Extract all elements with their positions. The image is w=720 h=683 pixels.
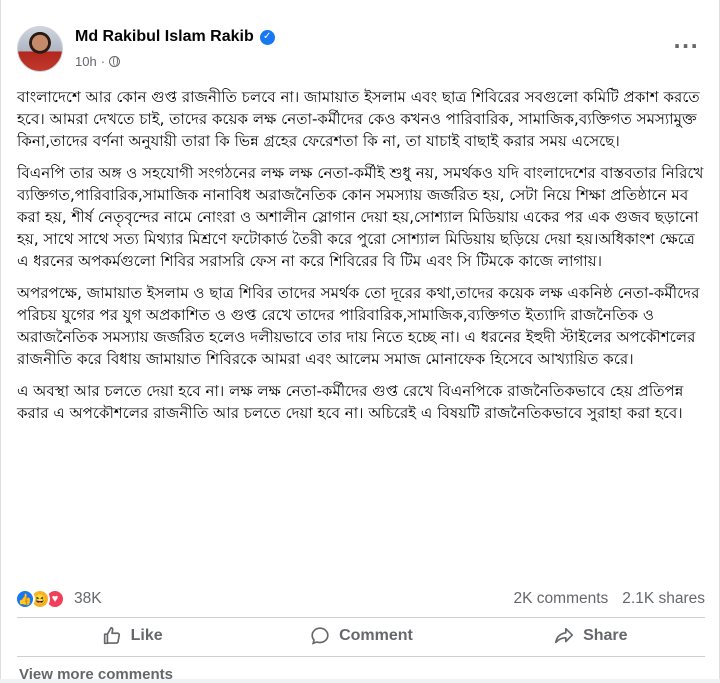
stats-divider (17, 617, 705, 618)
post-actions: Like Comment Share (17, 622, 705, 650)
shares-count[interactable]: 2.1K shares (622, 590, 705, 608)
post-stats: 👍 😆 ♥ 38K 2K comments 2.1K shares (15, 589, 705, 613)
more-options-icon[interactable]: ··· (673, 34, 699, 58)
post-paragraph-4: এ অবস্থা আর চলতে দেয়া হবে না। লক্ষ লক্ষ… (17, 382, 684, 422)
actions-divider (17, 656, 705, 657)
like-button[interactable]: Like (17, 622, 246, 650)
post-meta: 10h · (75, 54, 121, 69)
comment-label: Comment (339, 627, 413, 644)
share-button[interactable]: Share (476, 622, 705, 650)
comments-count[interactable]: 2K comments (514, 590, 609, 608)
author-name[interactable]: Md Rakibul Islam Rakib (75, 28, 254, 46)
post-paragraph-3: অপরপক্ষে, জামায়াত ইসলাম ও ছাত্র শিবির ত… (17, 284, 700, 368)
post-card: Md Rakibul Islam Rakib ✓ 10h · ··· বাংলা… (0, 0, 720, 683)
share-icon (555, 627, 574, 644)
comment-button[interactable]: Comment (246, 622, 475, 650)
comment-icon (311, 627, 329, 645)
like-reaction-icon: 👍 (15, 589, 35, 609)
like-icon (103, 626, 120, 645)
post-header: Md Rakibul Islam Rakib ✓ 10h · ··· (17, 22, 707, 76)
post-timestamp[interactable]: 10h (75, 54, 97, 69)
reaction-count[interactable]: 38K (74, 590, 102, 608)
post-body: বাংলাদেশে আর কোন গুপ্ত রাজনীতি চলবে না। … (17, 86, 705, 434)
view-more-comments-link[interactable]: View more comments (19, 666, 173, 683)
like-label: Like (130, 627, 163, 644)
author-avatar[interactable] (17, 26, 63, 72)
engagement-counts: 2K comments 2.1K shares (514, 590, 705, 608)
share-label: Share (583, 627, 628, 644)
reactions-summary[interactable]: 👍 😆 ♥ 38K (15, 589, 102, 609)
author-name-row: Md Rakibul Islam Rakib ✓ (75, 28, 275, 46)
globe-icon[interactable] (109, 56, 121, 67)
post-paragraph-1: বাংলাদেশে আর কোন গুপ্ত রাজনীতি চলবে না। … (17, 88, 700, 150)
post-paragraph-2: বিএনপি তার অঙ্গ ও সহযোগী সংগঠনের লক্ষ লক… (17, 164, 704, 270)
verified-badge-icon: ✓ (259, 29, 275, 45)
